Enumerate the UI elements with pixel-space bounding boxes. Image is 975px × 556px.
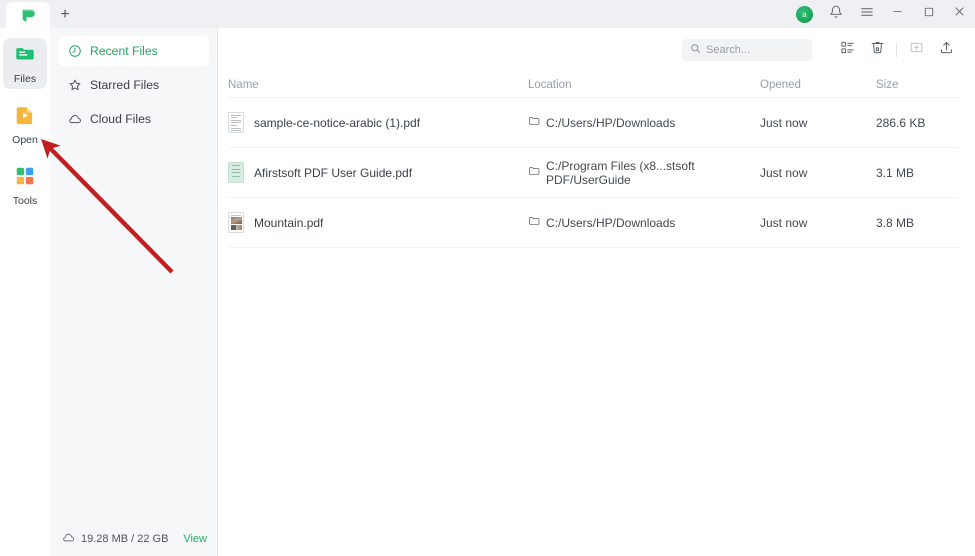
application-window: + a Files Open Tools Recent Files Starre… <box>0 0 975 556</box>
column-header-size[interactable]: Size <box>876 79 959 91</box>
upload-icon <box>939 40 954 60</box>
main-content: Name Location Opened Size sample-ce-noti… <box>218 28 975 556</box>
hamburger-menu-icon <box>860 5 874 24</box>
cloud-storage-icon <box>62 531 75 547</box>
file-name-cell: Afirstsoft PDF User Guide.pdf <box>228 162 528 183</box>
new-tab-button[interactable]: + <box>50 2 80 28</box>
clock-icon <box>68 44 82 58</box>
column-header-location[interactable]: Location <box>528 79 760 91</box>
file-size-cell: 3.1 MB <box>876 165 915 180</box>
app-body: Files Open Tools Recent Files Starred Fi… <box>0 28 975 556</box>
star-icon <box>68 78 82 92</box>
left-rail: Files Open Tools <box>0 28 50 556</box>
pdf-image-thumbnail-icon <box>228 212 244 233</box>
cloud-icon <box>68 112 82 126</box>
file-location-cell: C:/Users/HP/Downloads <box>528 215 760 230</box>
maximize-button[interactable] <box>913 0 944 28</box>
plus-icon: + <box>60 6 70 23</box>
account-avatar-button[interactable]: a <box>789 0 820 28</box>
file-name-text: sample-ce-notice-arabic (1).pdf <box>254 115 421 130</box>
maximize-icon <box>923 5 935 23</box>
view-toggle-icon <box>840 40 855 60</box>
sidebar-label-cloud-files: Cloud Files <box>90 112 151 126</box>
bell-icon <box>829 5 843 24</box>
tab-active[interactable] <box>6 2 50 28</box>
new-folder-icon <box>909 40 924 60</box>
file-opened-cell: Just now <box>760 215 808 230</box>
file-name-text: Afirstsoft PDF User Guide.pdf <box>254 165 413 180</box>
tools-grid-icon <box>14 165 36 192</box>
folder-icon <box>528 115 540 130</box>
storage-usage-text: 19.28 MB / 22 GB <box>81 533 169 545</box>
pdf-document-thumbnail-icon <box>228 112 244 133</box>
file-table: Name Location Opened Size sample-ce-noti… <box>218 72 975 556</box>
file-opened-cell: Just now <box>760 115 808 130</box>
file-location-text: C:/Users/HP/Downloads <box>546 215 676 230</box>
title-bar: + a <box>0 0 975 28</box>
rail-item-tools[interactable]: Tools <box>3 160 47 211</box>
open-file-icon <box>14 104 36 131</box>
window-controls: a <box>789 0 975 28</box>
view-toggle-button[interactable] <box>832 36 862 64</box>
sidebar-item-recent-files[interactable]: Recent Files <box>58 36 209 66</box>
sidebar-nav-panel: Recent Files Starred Files Cloud Files 1… <box>50 28 218 556</box>
sidebar-label-starred-files: Starred Files <box>90 78 160 92</box>
rail-label-tools: Tools <box>12 195 38 207</box>
upload-button[interactable] <box>931 36 961 64</box>
new-folder-button[interactable] <box>901 36 931 64</box>
storage-status-bar: 19.28 MB / 22 GB View <box>50 522 217 556</box>
tab-strip: + <box>0 0 80 28</box>
file-location-cell: C:/Program Files (x8...stsoft PDF/UserGu… <box>528 159 760 187</box>
search-box[interactable] <box>682 39 812 61</box>
table-row[interactable]: Mountain.pdf C:/Users/HP/Downloads Just … <box>228 198 959 248</box>
table-header: Name Location Opened Size <box>228 72 959 98</box>
table-row[interactable]: sample-ce-notice-arabic (1).pdf C:/Users… <box>228 98 959 148</box>
file-name-text: Mountain.pdf <box>254 215 324 230</box>
close-icon <box>953 5 966 23</box>
file-location-text: C:/Users/HP/Downloads <box>546 115 676 130</box>
rail-label-open: Open <box>12 134 38 146</box>
rail-label-files: Files <box>13 73 37 85</box>
file-name-cell: sample-ce-notice-arabic (1).pdf <box>228 112 528 133</box>
column-header-name[interactable]: Name <box>228 79 528 91</box>
minimize-button[interactable] <box>882 0 913 28</box>
file-location-cell: C:/Users/HP/Downloads <box>528 115 760 130</box>
table-row[interactable]: Afirstsoft PDF User Guide.pdf C:/Program… <box>228 148 959 198</box>
folder-icon <box>528 165 540 180</box>
sidebar-label-recent-files: Recent Files <box>90 44 158 58</box>
notifications-button[interactable] <box>820 0 851 28</box>
pdf-guide-thumbnail-icon <box>228 162 244 183</box>
main-menu-button[interactable] <box>851 0 882 28</box>
recycle-bin-button[interactable] <box>862 36 892 64</box>
search-input[interactable] <box>706 44 804 56</box>
file-size-cell: 3.8 MB <box>876 215 915 230</box>
file-location-text: C:/Program Files (x8...stsoft PDF/UserGu… <box>546 158 695 187</box>
file-size-cell: 286.6 KB <box>876 115 926 130</box>
minimize-icon <box>891 5 904 23</box>
close-button[interactable] <box>944 0 975 28</box>
toolbar-divider <box>896 43 897 57</box>
folder-icon <box>528 215 540 230</box>
rail-item-open[interactable]: Open <box>3 99 47 150</box>
content-toolbar <box>218 28 975 72</box>
sidebar-item-starred-files[interactable]: Starred Files <box>58 70 209 100</box>
rail-item-files[interactable]: Files <box>3 38 47 89</box>
column-header-opened[interactable]: Opened <box>760 79 876 91</box>
trash-icon <box>870 40 885 60</box>
afirstsoft-logo-icon <box>20 7 37 24</box>
file-name-cell: Mountain.pdf <box>228 212 528 233</box>
avatar: a <box>796 5 813 23</box>
file-opened-cell: Just now <box>760 165 808 180</box>
storage-view-link[interactable]: View <box>183 533 207 545</box>
files-icon <box>14 43 36 70</box>
search-icon <box>690 41 701 59</box>
sidebar-item-cloud-files[interactable]: Cloud Files <box>58 104 209 134</box>
